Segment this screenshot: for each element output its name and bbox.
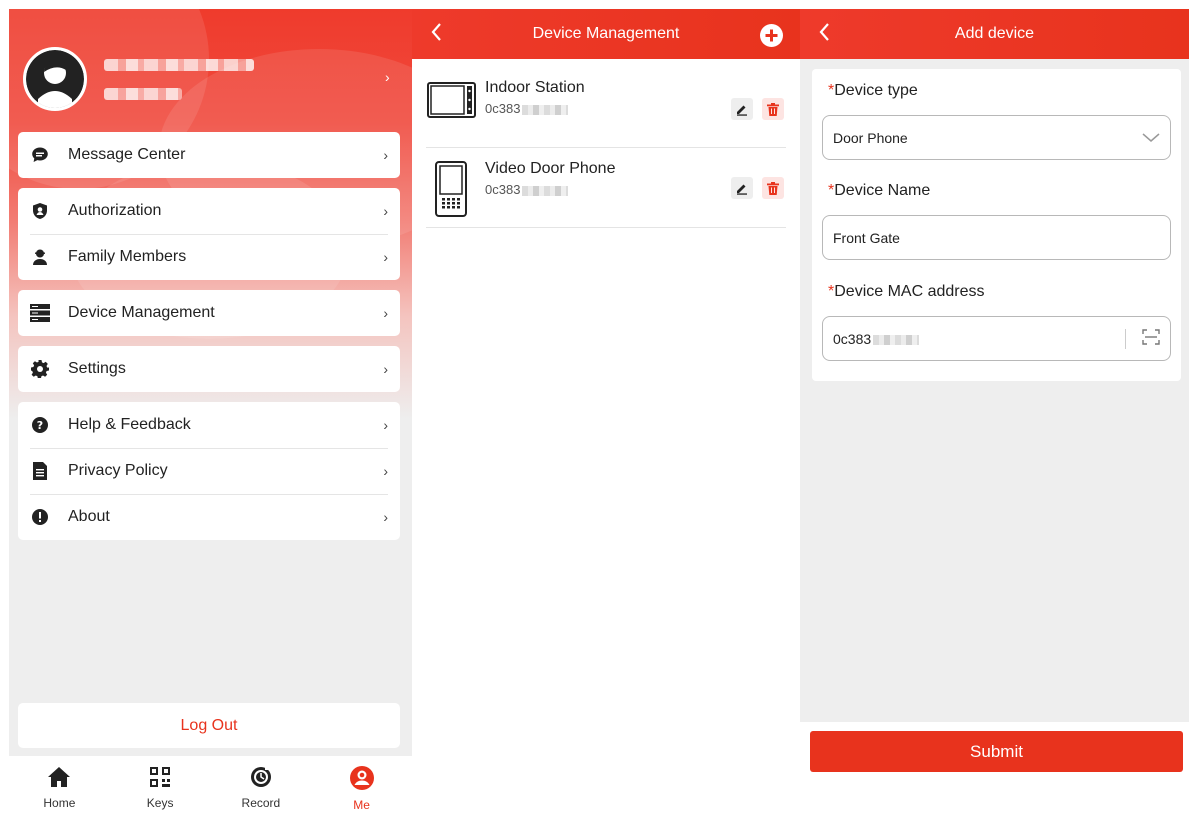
user-account-redacted [104,88,182,100]
menu-card-settings: Settings › [18,346,400,392]
device-name-input[interactable]: Front Gate [822,215,1171,260]
logout-button[interactable]: Log Out [18,703,400,748]
mac-redacted [522,104,569,115]
qr-code-icon [150,766,171,793]
tab-me[interactable]: Me [311,756,412,814]
device-name-value: Front Gate [833,229,900,246]
back-chevron-icon[interactable] [430,22,442,47]
menu-item-device-management[interactable]: Device Management › [18,290,400,336]
menu-label: Device Management [68,304,215,321]
device-type-value: Door Phone [833,129,908,146]
mac-redacted [522,185,569,196]
field-divider [1125,328,1126,349]
menu-item-help-feedback[interactable]: ? Help & Feedback › [18,402,400,448]
profile-chevron-icon[interactable]: › [385,69,390,85]
tab-home[interactable]: Home [9,756,110,814]
scan-icon[interactable] [1142,329,1160,348]
page-title: Device Management [532,25,680,42]
document-icon [30,461,50,481]
person-icon [30,247,50,267]
chat-bubble-icon [30,145,50,165]
tab-label: Home [43,796,76,810]
chevron-right-icon: › [383,417,388,433]
mac-address-label: *Device MAC address [828,283,985,300]
device-name: Indoor Station [485,79,585,96]
device-type-label: *Device type [828,82,918,99]
mac-address-value: 0c383 [833,331,1125,347]
delete-device-button[interactable] [762,98,784,120]
edit-device-button[interactable] [731,98,753,120]
chevron-right-icon: › [383,305,388,321]
edit-device-button[interactable] [731,177,753,199]
chevron-right-icon: › [383,463,388,479]
add-device-form: *Device type Door Phone *Device Name Fro… [812,69,1181,381]
device-name-label: *Device Name [828,182,931,199]
gear-icon [30,359,50,379]
record-clock-icon [250,766,272,793]
user-circle-icon [349,766,374,795]
chevron-down-icon [1142,130,1160,146]
chevron-right-icon: › [383,361,388,377]
door-phone-icon [435,161,467,222]
menu-card-devices: Device Management › [18,290,400,336]
device-mac: 0c383 [485,101,569,116]
menu-label: Privacy Policy [68,462,168,479]
device-type-select[interactable]: Door Phone [822,115,1171,160]
tab-label: Keys [146,796,174,810]
chevron-right-icon: › [383,249,388,265]
back-chevron-icon[interactable] [818,22,830,47]
device-mac: 0c383 [485,182,569,197]
nav-header: Add device [800,9,1189,59]
menu-card-access: Authorization › Family Members › [18,188,400,280]
menu-card-info: ? Help & Feedback › Privacy Policy › Abo… [18,402,400,540]
menu-item-privacy-policy[interactable]: Privacy Policy › [18,448,400,494]
pencil-icon [737,105,747,116]
device-management-screen: Device Management Indoor Station 0c383 V… [412,9,800,814]
nav-header: Device Management [412,9,800,59]
add-device-icon[interactable] [760,24,783,47]
menu-label: Message Center [68,146,186,163]
svg-text:?: ? [37,419,43,432]
chevron-right-icon: › [383,509,388,525]
bottom-tab-bar: Home Keys Record Me [9,756,412,814]
tab-label: Record [241,796,281,810]
chevron-right-icon: › [383,203,388,219]
me-screen: › Message Center › Authorization › Famil… [9,9,412,814]
menu-card-messages: Message Center › [18,132,400,178]
server-icon [30,303,50,323]
user-name-redacted [104,59,254,71]
mac-redacted [873,334,920,345]
tab-record[interactable]: Record [211,756,312,814]
trash-icon [767,181,779,195]
mac-address-input[interactable]: 0c383 [822,316,1171,361]
menu-item-about[interactable]: About › [18,494,400,540]
device-name: Video Door Phone [485,160,616,177]
menu-item-family-members[interactable]: Family Members › [18,234,400,280]
menu-label: Family Members [68,248,187,265]
tab-keys[interactable]: Keys [110,756,211,814]
menu-item-authorization[interactable]: Authorization › [18,188,400,234]
info-circle-icon [30,507,50,527]
menu-label: Authorization [68,202,162,219]
device-row[interactable]: Video Door Phone 0c383 [426,148,786,228]
add-device-screen: Add device *Device type Door Phone *Devi… [800,9,1189,814]
submit-button[interactable]: Submit [810,731,1183,772]
page-title: Add device [954,25,1035,42]
chevron-right-icon: › [383,147,388,163]
menu-label: Settings [68,360,126,377]
trash-icon [767,102,779,116]
pencil-icon [737,184,747,195]
home-icon [47,766,71,793]
menu-label: Help & Feedback [68,416,191,433]
menu-label: About [68,508,110,525]
menu-item-settings[interactable]: Settings › [18,346,400,392]
menu-item-message-center[interactable]: Message Center › [18,132,400,178]
device-row[interactable]: Indoor Station 0c383 [426,68,786,148]
delete-device-button[interactable] [762,177,784,199]
avatar[interactable] [23,47,87,111]
indoor-monitor-icon [427,82,476,123]
tab-label: Me [353,798,370,812]
shield-user-icon [30,201,50,221]
question-circle-icon: ? [30,415,50,435]
